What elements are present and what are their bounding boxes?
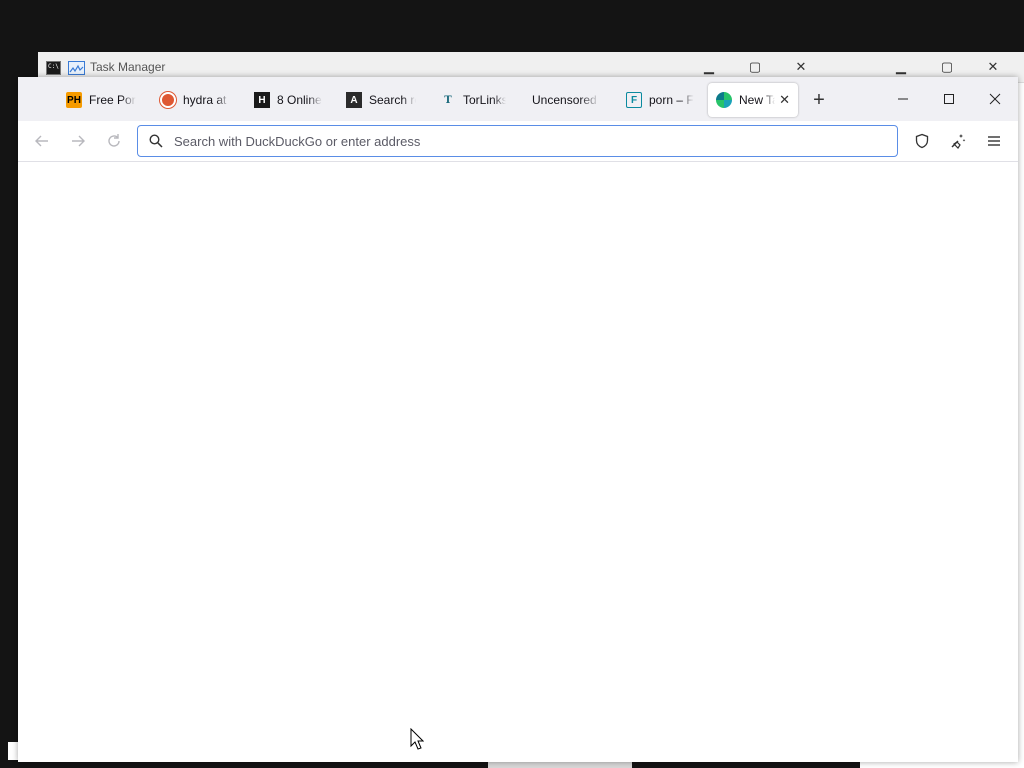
back-arrow-icon	[35, 135, 48, 147]
tab-torlinks[interactable]: T TorLinks |	[432, 83, 514, 117]
tab-label: hydra at D	[183, 93, 230, 107]
duckduckgo-favicon	[160, 92, 176, 108]
tab-online[interactable]: H 8 Online T	[246, 83, 330, 117]
new-tab-button[interactable]: +	[808, 89, 830, 111]
a-favicon: A	[346, 92, 362, 108]
broom-sparkle-icon	[951, 134, 966, 149]
app-menu-button[interactable]	[982, 130, 1006, 152]
tab-porn-find[interactable]: F porn – Fin	[618, 83, 702, 117]
tab-label: Free Porn	[89, 93, 136, 107]
tor-favicon	[716, 92, 732, 108]
forward-button[interactable]	[66, 130, 90, 152]
background-window-edge	[8, 742, 18, 760]
shield-icon	[915, 133, 929, 149]
close-icon	[989, 93, 1001, 105]
close-button[interactable]	[972, 77, 1018, 121]
new-identity-button[interactable]	[946, 130, 970, 152]
tab-label: New Tab	[739, 93, 775, 107]
tab-label: TorLinks |	[463, 93, 506, 107]
back-button[interactable]	[30, 130, 54, 152]
task-manager-icon	[68, 61, 85, 75]
page-content[interactable]	[18, 162, 1018, 762]
cmd-icon: C:\	[46, 61, 61, 75]
tab-label: porn – Fin	[649, 93, 694, 107]
pornhub-favicon: PH	[66, 92, 82, 108]
tab-new-tab[interactable]: New Tab ✕	[708, 83, 798, 117]
f-favicon: F	[626, 92, 642, 108]
tab-label: Uncensored H	[532, 93, 600, 107]
tab-free-porn[interactable]: PH Free Porn	[58, 83, 144, 117]
tab-hydra[interactable]: hydra at D	[152, 83, 238, 117]
mouse-cursor-icon	[410, 727, 425, 755]
reload-button[interactable]	[102, 130, 126, 152]
torlinks-favicon: T	[444, 94, 452, 106]
h-favicon: H	[254, 92, 270, 108]
tab-label: 8 Online T	[277, 93, 322, 107]
maximize-button[interactable]	[926, 77, 972, 121]
forward-arrow-icon	[72, 135, 85, 147]
url-input[interactable]	[174, 133, 897, 149]
taskbar-edge	[488, 762, 632, 768]
tracking-protection-button[interactable]	[910, 130, 934, 152]
browser-window: PH Free Porn hydra at D H 8 Online T A S…	[18, 77, 1018, 762]
tab-label: Search re	[369, 93, 416, 107]
tab-bar: PH Free Porn hydra at D H 8 Online T A S…	[18, 77, 1018, 121]
minimize-button[interactable]	[880, 77, 926, 121]
task-manager-title: Task Manager	[90, 60, 166, 74]
search-icon	[138, 134, 174, 148]
tab-uncensored[interactable]: Uncensored H	[524, 83, 608, 117]
address-bar[interactable]	[137, 125, 898, 157]
hamburger-menu-icon	[988, 136, 1000, 146]
reload-icon	[108, 134, 120, 147]
maximize-icon	[944, 94, 954, 104]
close-tab-icon[interactable]: ✕	[775, 92, 790, 108]
tab-search[interactable]: A Search re	[338, 83, 424, 117]
minimize-icon	[898, 98, 908, 100]
navigation-toolbar	[18, 121, 1018, 162]
